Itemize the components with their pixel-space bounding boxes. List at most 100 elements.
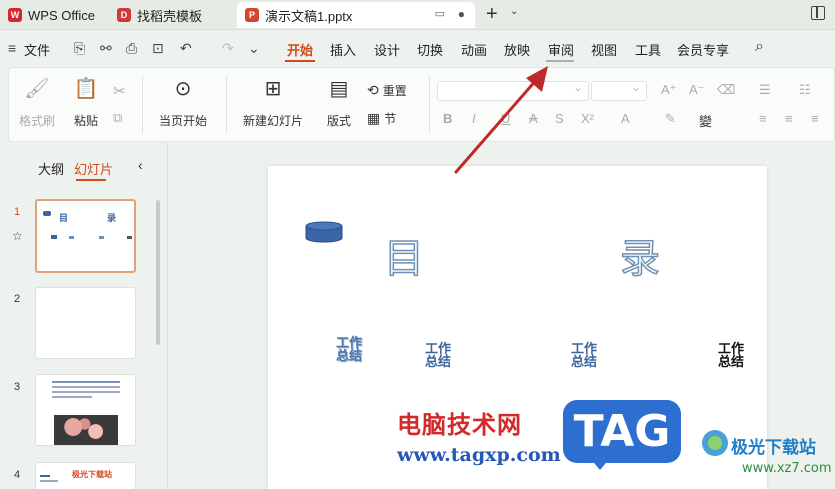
increase-font-icon[interactable]: A⁺ <box>661 82 677 98</box>
hamburger-icon[interactable]: ≡ <box>8 40 16 56</box>
redo-icon[interactable]: ↷ <box>222 40 234 57</box>
new-slide-label: 新建幻灯片 <box>242 114 303 128</box>
undo-icon[interactable]: ↶ <box>180 40 192 57</box>
slide-number-2: 2 <box>14 293 21 305</box>
menu-transition[interactable]: 切换 <box>417 40 443 59</box>
search-icon[interactable]: ⌕ <box>755 38 764 56</box>
more-chevron-icon[interactable]: ⌄ <box>248 40 260 57</box>
menu-slideshow[interactable]: 放映 <box>504 40 530 59</box>
bullet-list-icon[interactable]: ☰ <box>759 82 771 98</box>
reset-button[interactable]: ⟲ 重置 <box>367 82 407 99</box>
tab-document[interactable]: P 演示文稿1.pptx ▭ ● <box>237 2 475 28</box>
thumb-text-line <box>40 475 50 477</box>
menu-animation[interactable]: 动画 <box>461 40 487 59</box>
current-slide[interactable]: 目 录 工作 总结 工作 总结 工作 总结 工作 总结 <box>268 166 767 489</box>
paste-button[interactable]: 📋 粘贴 <box>65 76 107 129</box>
tab-bar: W WPS Office D 找稻壳模板 P 演示文稿1.pptx ▭ ● + … <box>0 0 835 30</box>
slide-thumb-4[interactable]: 极光下载站 <box>35 462 136 489</box>
menu-view[interactable]: 视图 <box>591 40 617 59</box>
add-tab-icon[interactable]: + <box>486 3 498 26</box>
copy-icon[interactable]: ⧉ <box>113 110 122 126</box>
slide-thumb-1[interactable]: 目 录 <box>35 199 136 273</box>
watermark-brand-name: 极光下载站 <box>731 438 816 458</box>
layout-label: 版式 <box>326 114 351 128</box>
dot-icon[interactable]: ● <box>458 7 465 21</box>
scissors-icon[interactable]: ✂ <box>113 82 126 100</box>
font-color-icon[interactable]: A <box>621 111 630 126</box>
slide-item-2[interactable]: 工作 总结 <box>425 342 451 368</box>
print-preview-icon[interactable]: ⊡ <box>152 40 164 57</box>
print-icon[interactable]: ⎙ <box>126 40 137 57</box>
phonetic-icon[interactable]: 變 <box>699 111 712 130</box>
reset-icon: ⟲ <box>367 82 379 98</box>
watermark-site-name: 电脑技术网 <box>397 411 522 439</box>
new-slide-button[interactable]: ⊞ 新建幻灯片 <box>236 76 310 129</box>
menu-insert[interactable]: 插入 <box>330 40 356 59</box>
align-right-icon[interactable]: ≡ <box>811 111 819 126</box>
slide-panel: 大纲 幻灯片 ‹ 1 ☆ 目 录 2 3 4 极光下载站 <box>0 143 168 489</box>
slide-item-4[interactable]: 工作 总结 <box>718 342 744 368</box>
slide-item-3[interactable]: 工作 总结 <box>571 342 597 368</box>
slide-number-4: 4 <box>14 469 21 481</box>
font-size-select[interactable] <box>591 80 647 101</box>
docer-logo-icon: D <box>117 8 131 22</box>
decrease-font-icon[interactable]: A⁻ <box>689 82 705 98</box>
slide-thumb-2[interactable] <box>35 287 136 359</box>
wps-logo-icon: W <box>8 8 22 22</box>
menu-review[interactable]: 审阅 <box>548 40 574 59</box>
share-icon[interactable]: ⚯ <box>100 40 112 57</box>
highlight-icon[interactable]: ✎ <box>665 111 676 127</box>
brush-icon: 🖌 <box>24 78 50 100</box>
screen-icon[interactable]: ▭ <box>435 7 445 20</box>
tab-wps-label: WPS Office <box>28 7 95 23</box>
menu-file[interactable]: 文件 <box>24 40 50 59</box>
menu-member[interactable]: 会员专享 <box>677 40 729 59</box>
align-left-icon[interactable]: ≡ <box>759 111 767 126</box>
thumb-text-line <box>52 386 120 388</box>
clipboard-icon: 📋 <box>73 78 99 100</box>
numbered-list-icon[interactable]: ☷ <box>799 82 811 98</box>
star-icon[interactable]: ☆ <box>12 229 23 243</box>
separator <box>142 76 143 134</box>
align-center-icon[interactable]: ≡ <box>785 111 793 126</box>
slide-title-right[interactable]: 录 <box>619 226 661 284</box>
tab-doc-label: 演示文稿1.pptx <box>265 8 353 24</box>
format-painter-button[interactable]: 🖌 格式刷 <box>19 76 55 129</box>
superscript-icon[interactable]: X² <box>581 111 594 126</box>
slide-thumb-3[interactable] <box>35 374 136 446</box>
watermark-tag-tail <box>590 458 610 470</box>
play-current-button[interactable]: ⊙ 当页开始 <box>151 76 215 129</box>
thumb-flower-image <box>54 415 118 445</box>
layout-icon: ▤ <box>329 78 349 100</box>
active-menu-indicator <box>285 60 315 62</box>
cylinder-shape[interactable] <box>305 221 343 243</box>
thumb-cylinder <box>43 211 51 216</box>
xz7-logo-icon <box>702 430 728 456</box>
thumb-item-mark <box>51 235 57 239</box>
tab-slides[interactable]: 幻灯片 <box>74 159 113 178</box>
slide-title-left[interactable]: 目 <box>383 226 425 284</box>
thumb-text-line <box>52 396 92 398</box>
thumb-item-mark <box>99 236 104 239</box>
panel-scrollbar[interactable] <box>156 200 160 345</box>
menu-tools[interactable]: 工具 <box>635 40 661 59</box>
watermark-site-url: www.tagxp.com <box>397 444 561 466</box>
ribbon-toolbar: 🖌 格式刷 📋 粘贴 ✂ ⧉ ⊙ 当页开始 ⊞ 新建幻灯片 ▤ 版式 ⟲ 重置 … <box>8 67 835 142</box>
tab-template-store[interactable]: D 找稻壳模板 <box>109 2 233 28</box>
section-button[interactable]: ▦ 节 <box>367 110 396 127</box>
slide-item-1[interactable]: 工作 总结 <box>336 336 362 362</box>
tab-outline[interactable]: 大纲 <box>38 159 64 178</box>
save-icon[interactable]: ⎘ <box>74 40 85 57</box>
layout-button[interactable]: ▤ 版式 <box>319 76 359 129</box>
menu-design[interactable]: 设计 <box>374 40 400 59</box>
watermark-tag-badge: TAG <box>563 400 681 463</box>
chevron-down-icon[interactable]: ⌄ <box>510 6 518 17</box>
format-painter-label: 格式刷 <box>19 114 56 128</box>
collapse-panel-icon[interactable]: ‹ <box>138 157 143 173</box>
tab-wps-office[interactable]: W WPS Office <box>0 2 105 28</box>
watermark-brand-url: www.xz7.com <box>742 461 832 476</box>
menu-home[interactable]: 开始 <box>287 40 313 59</box>
window-layout-icon[interactable] <box>811 6 825 20</box>
slide-item-1-line2: 总结 <box>336 348 363 363</box>
clear-format-icon[interactable]: ⌫ <box>717 82 735 98</box>
